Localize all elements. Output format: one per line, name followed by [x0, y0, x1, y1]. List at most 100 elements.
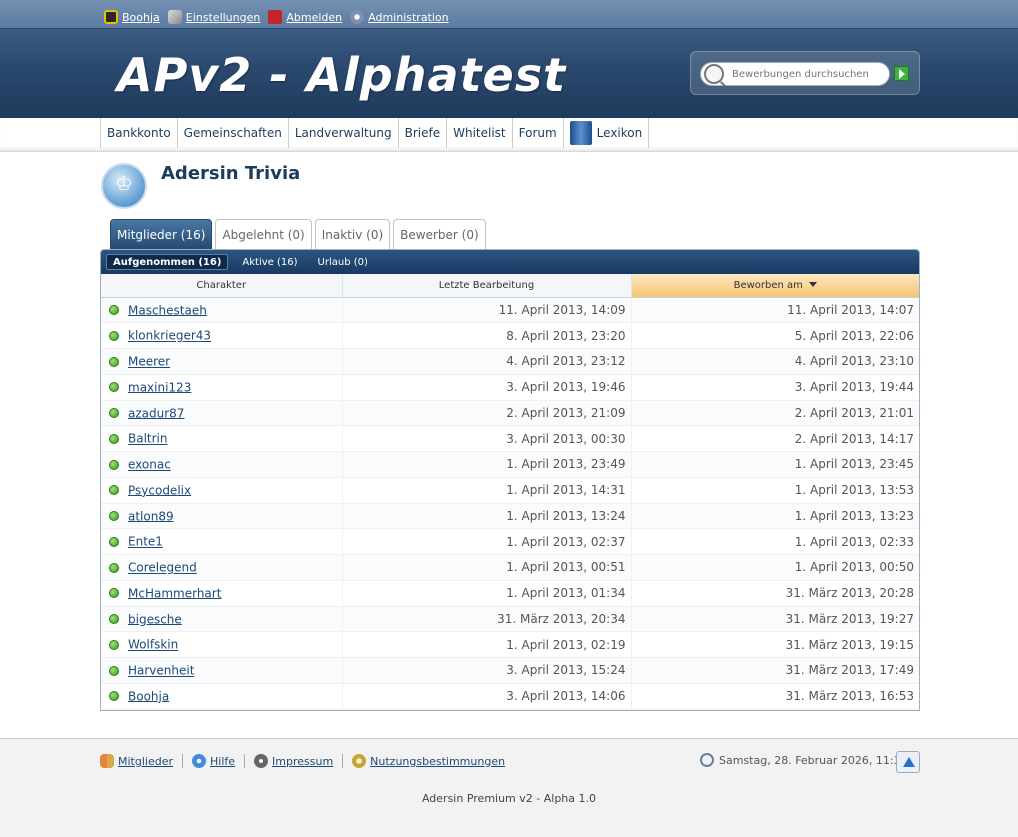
- character-link[interactable]: bigesche: [128, 612, 182, 626]
- character-link[interactable]: Corelegend: [128, 561, 197, 575]
- status-online-icon: [109, 639, 119, 650]
- cell-letzte-bearbeitung: 3. April 2013, 14:06: [341, 683, 631, 710]
- table-row: McHammerhart 1. April 2013, 01:34 31. März…: [101, 580, 919, 607]
- table-row: Baltrin 3. April 2013, 00:30 2. April 2013…: [101, 425, 919, 452]
- nav-item-briefe[interactable]: Briefe: [399, 118, 448, 148]
- cell-beworben-am: 4. April 2013, 23:10: [630, 348, 919, 375]
- status-online-icon: [109, 562, 119, 573]
- settings-icon: [167, 10, 182, 24]
- status-online-icon: [109, 356, 119, 367]
- character-link[interactable]: Ente1: [128, 535, 163, 549]
- character-link[interactable]: Psycodelix: [128, 483, 191, 497]
- cell-charakter: Boohja: [101, 683, 342, 710]
- status-online-icon: [109, 665, 119, 676]
- page-title: Adersin Trivia: [161, 163, 301, 184]
- cell-beworben-am: 2. April 2013, 21:01: [630, 400, 919, 427]
- footer-links: Mitglieder Hilfe Impressum Nutzungsbesti…: [100, 754, 514, 768]
- administration-link[interactable]: Administration: [368, 11, 449, 24]
- cell-beworben-am: 1. April 2013, 02:33: [630, 528, 919, 555]
- tab-mitglieder[interactable]: Mitglieder (16): [110, 219, 213, 249]
- column-header-beworben-am-label: Beworben am: [733, 279, 803, 291]
- footer-link-mitglieder[interactable]: Mitglieder: [118, 755, 173, 768]
- column-header-letzte-bearbeitung[interactable]: Letzte Bearbeitung: [341, 274, 631, 298]
- nav-item-bankkonto[interactable]: Bankkonto: [101, 118, 178, 148]
- search-submit-button[interactable]: [894, 66, 909, 81]
- main-content: Adersin Trivia Mitglieder (16) Abgelehnt…: [0, 152, 1018, 738]
- table-row: exonac 1. April 2013, 23:49 1. April 2013,…: [101, 451, 919, 478]
- table-row: Maschestaeh 11. April 2013, 14:09 11. Apri…: [101, 297, 919, 324]
- column-header-beworben-am[interactable]: Beworben am: [630, 274, 919, 298]
- character-link[interactable]: Wolfskin: [128, 638, 178, 652]
- tab-inaktiv[interactable]: Inaktiv (0): [314, 219, 391, 249]
- table-row: Boohja 3. April 2013, 14:06 31. März 2013,…: [101, 683, 919, 710]
- status-online-icon: [109, 330, 119, 341]
- table-row: maxini123 3. April 2013, 19:46 3. April 20…: [101, 374, 919, 401]
- cell-letzte-bearbeitung: 1. April 2013, 00:51: [341, 554, 631, 581]
- cell-beworben-am: 31. März 2013, 20:28: [630, 580, 919, 607]
- table-row: bigesche 31. März 2013, 20:34 31. März 201…: [101, 606, 919, 633]
- cell-beworben-am: 2. April 2013, 14:17: [630, 425, 919, 452]
- cell-letzte-bearbeitung: 3. April 2013, 19:46: [341, 374, 631, 401]
- search-input[interactable]: [732, 68, 889, 80]
- character-link[interactable]: exonac: [128, 458, 171, 472]
- cell-beworben-am: 31. März 2013, 19:27: [630, 606, 919, 633]
- table-row: Psycodelix 1. April 2013, 14:31 1. April 2…: [101, 477, 919, 504]
- cell-charakter: Wolfskin: [101, 631, 342, 658]
- cell-beworben-am: 31. März 2013, 17:49: [630, 657, 919, 684]
- subtab-aufgenommen[interactable]: Aufgenommen (16): [106, 254, 229, 270]
- cell-charakter: exonac: [101, 451, 342, 478]
- cell-letzte-bearbeitung: 1. April 2013, 01:34: [341, 580, 631, 607]
- logout-icon: [268, 10, 283, 24]
- nav-item-whitelist[interactable]: Whitelist: [447, 118, 513, 148]
- footer-link-impressum[interactable]: Impressum: [272, 755, 333, 768]
- tab-bewerber[interactable]: Bewerber (0): [393, 219, 486, 249]
- cell-charakter: bigesche: [101, 606, 342, 633]
- members-panel: Aufgenommen (16) Aktive (16) Urlaub (0) …: [100, 249, 920, 711]
- character-link[interactable]: azadur87: [128, 406, 184, 420]
- character-link[interactable]: Baltrin: [128, 432, 168, 446]
- cell-charakter: McHammerhart: [101, 580, 342, 607]
- character-link[interactable]: Maschestaeh: [128, 303, 207, 317]
- nav-item-gemeinschaften[interactable]: Gemeinschaften: [178, 118, 289, 148]
- subtab-aktive[interactable]: Aktive (16): [236, 254, 303, 270]
- subtab-urlaub[interactable]: Urlaub (0): [312, 254, 374, 270]
- character-link[interactable]: maxini123: [128, 380, 191, 394]
- logout-link[interactable]: Abmelden: [286, 11, 342, 24]
- nav-item-landverwaltung[interactable]: Landverwaltung: [289, 118, 399, 148]
- nav-item-forum[interactable]: Forum: [513, 118, 564, 148]
- cell-charakter: azadur87: [101, 400, 342, 427]
- cell-charakter: Psycodelix: [101, 477, 342, 504]
- table-row: klonkrieger43 8. April 2013, 23:20 5. Apri…: [101, 322, 919, 349]
- cell-letzte-bearbeitung: 1. April 2013, 14:31: [341, 477, 631, 504]
- settings-link[interactable]: Einstellungen: [186, 11, 261, 24]
- members-table: Charakter Letzte Bearbeitung Beworben am…: [101, 274, 919, 710]
- status-online-icon: [109, 305, 119, 316]
- status-online-icon: [109, 691, 119, 702]
- character-link[interactable]: atlon89: [128, 509, 174, 523]
- search-icon: [704, 64, 724, 84]
- character-link[interactable]: Boohja: [128, 689, 169, 703]
- footer-link-nutzungsbestimmungen[interactable]: Nutzungsbestimmungen: [370, 755, 505, 768]
- cell-beworben-am: 1. April 2013, 13:23: [630, 503, 919, 530]
- user-link[interactable]: Boohja: [122, 11, 160, 24]
- info-icon: [254, 754, 269, 768]
- scroll-to-top-button[interactable]: [896, 751, 920, 773]
- site-logo[interactable]: APv2 - Alphatest: [117, 48, 566, 102]
- cell-letzte-bearbeitung: 1. April 2013, 23:49: [341, 451, 631, 478]
- character-link[interactable]: Harvenheit: [128, 664, 194, 678]
- character-link[interactable]: McHammerhart: [128, 586, 221, 600]
- tab-abgelehnt[interactable]: Abgelehnt (0): [215, 219, 312, 249]
- character-link[interactable]: klonkrieger43: [128, 329, 211, 343]
- terms-icon: [352, 754, 367, 768]
- cell-beworben-am: 31. März 2013, 16:53: [630, 683, 919, 710]
- search-box: [690, 51, 920, 95]
- cell-beworben-am: 11. April 2013, 14:07: [630, 297, 919, 324]
- nav-item-lexikon[interactable]: Lexikon: [564, 118, 650, 148]
- column-header-charakter[interactable]: Charakter: [101, 274, 342, 298]
- cell-charakter: maxini123: [101, 374, 342, 401]
- footer-link-hilfe[interactable]: Hilfe: [210, 755, 235, 768]
- members-icon: [100, 754, 114, 768]
- character-link[interactable]: Meerer: [128, 355, 170, 369]
- cell-letzte-bearbeitung: 1. April 2013, 02:19: [341, 631, 631, 658]
- footer-datetime: Samstag, 28. Februar 2026, 11:35: [700, 753, 908, 767]
